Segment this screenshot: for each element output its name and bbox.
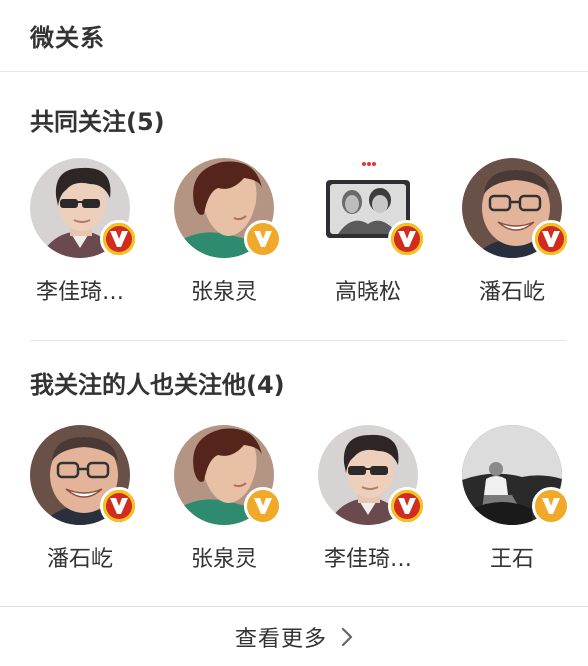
user-card-zhang-quanling[interactable]: 张泉灵 <box>152 425 296 575</box>
followees-also-follow-section: 我关注的人也关注他(4) 潘石屹 张泉灵 李佳琦… 王石 <box>0 369 588 575</box>
avatar-wrap[interactable] <box>174 158 282 258</box>
people-row: 潘石屹 张泉灵 李佳琦… 王石 <box>0 425 588 575</box>
user-name[interactable]: 张泉灵 <box>159 278 289 308</box>
verified-v-icon <box>532 220 570 258</box>
user-name[interactable]: 王石 <box>447 545 577 575</box>
user-card-zhang-quanling[interactable]: 张泉灵 <box>152 158 296 308</box>
user-name[interactable]: 张泉灵 <box>159 545 289 575</box>
section-title: 共同关注(5) <box>30 108 165 136</box>
avatar-wrap[interactable] <box>30 425 138 525</box>
user-name[interactable]: 李佳琦… <box>15 278 145 308</box>
user-name[interactable]: 潘石屹 <box>447 278 577 308</box>
view-more-label[interactable]: 查看更多 <box>235 621 327 653</box>
avatar-wrap[interactable] <box>30 158 138 258</box>
user-name[interactable]: 高晓松 <box>303 278 433 308</box>
chevron-right-icon[interactable] <box>341 627 353 647</box>
divider <box>30 340 566 341</box>
common-follows-section: 共同关注(5) 李佳琦… 张泉灵 高晓松 潘石屹 <box>0 106 588 308</box>
verified-v-icon <box>532 487 570 525</box>
avatar-wrap[interactable] <box>462 425 570 525</box>
page-title: 微关系 <box>30 24 105 52</box>
user-card-li-jiaqi[interactable]: 李佳琦… <box>8 158 152 308</box>
avatar-wrap[interactable] <box>462 158 570 258</box>
user-name[interactable]: 潘石屹 <box>15 545 145 575</box>
verified-v-icon <box>244 220 282 258</box>
avatar-wrap[interactable] <box>174 425 282 525</box>
verified-v-icon <box>388 220 426 258</box>
user-card-li-jiaqi[interactable]: 李佳琦… <box>296 425 440 575</box>
user-card-wang-shi[interactable]: 王石 <box>440 425 584 575</box>
verified-v-icon <box>388 487 426 525</box>
user-card-gao-xiaosong[interactable]: 高晓松 <box>296 158 440 308</box>
avatar-wrap[interactable] <box>318 425 426 525</box>
people-row: 李佳琦… 张泉灵 高晓松 潘石屹 <box>0 158 588 308</box>
user-card-pan-shiyi[interactable]: 潘石屹 <box>8 425 152 575</box>
view-more-button[interactable]: 查看更多 <box>0 606 588 666</box>
verified-v-icon <box>244 487 282 525</box>
avatar-wrap[interactable] <box>318 158 426 258</box>
user-card-pan-shiyi[interactable]: 潘石屹 <box>440 158 584 308</box>
section-title: 我关注的人也关注他(4) <box>30 371 285 399</box>
header: 微关系 <box>0 0 588 72</box>
verified-v-icon <box>100 487 138 525</box>
user-name[interactable]: 李佳琦… <box>303 545 433 575</box>
verified-v-icon <box>100 220 138 258</box>
